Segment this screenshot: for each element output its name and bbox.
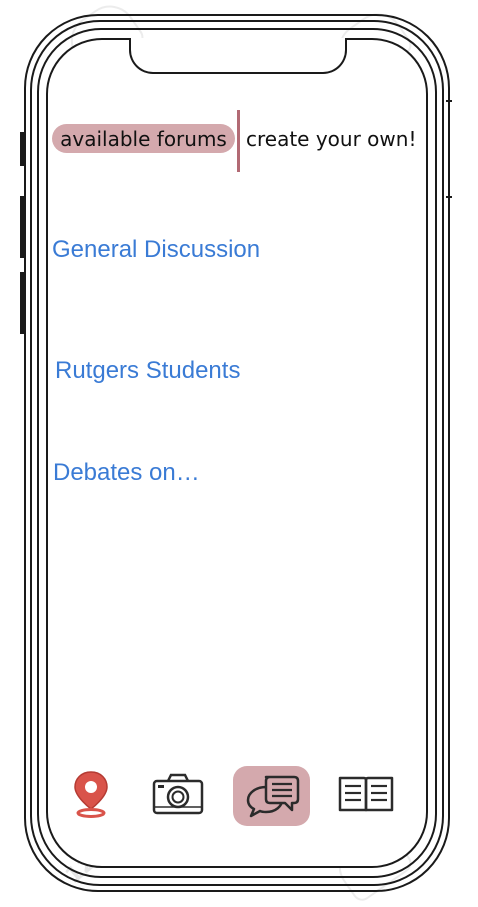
tab-create-your-own[interactable]: create your own! [246, 124, 416, 153]
power-button-edge [446, 196, 452, 198]
open-book-icon [338, 776, 394, 812]
phone-notch [129, 38, 347, 74]
power-button-edge [446, 100, 452, 102]
forum-link-general-discussion[interactable]: General Discussion [52, 236, 260, 264]
nav-map-button[interactable] [66, 768, 116, 820]
location-pin-icon [74, 771, 108, 818]
page: 123RF 123RF 123RF available forums creat… [0, 0, 478, 907]
chat-bubbles-icon [246, 775, 299, 818]
mute-switch [20, 132, 24, 166]
tab-available-forums[interactable]: available forums [52, 124, 235, 153]
nav-forums-button[interactable] [233, 766, 310, 826]
camera-icon [152, 773, 204, 815]
forum-link-rutgers-students[interactable]: Rutgers Students [55, 357, 240, 385]
volume-up-button [20, 196, 24, 258]
nav-camera-button[interactable] [150, 770, 206, 818]
forum-link-debates[interactable]: Debates on… [53, 459, 200, 487]
tab-divider [237, 110, 240, 172]
volume-down-button [20, 272, 24, 334]
nav-book-button[interactable] [336, 772, 396, 816]
